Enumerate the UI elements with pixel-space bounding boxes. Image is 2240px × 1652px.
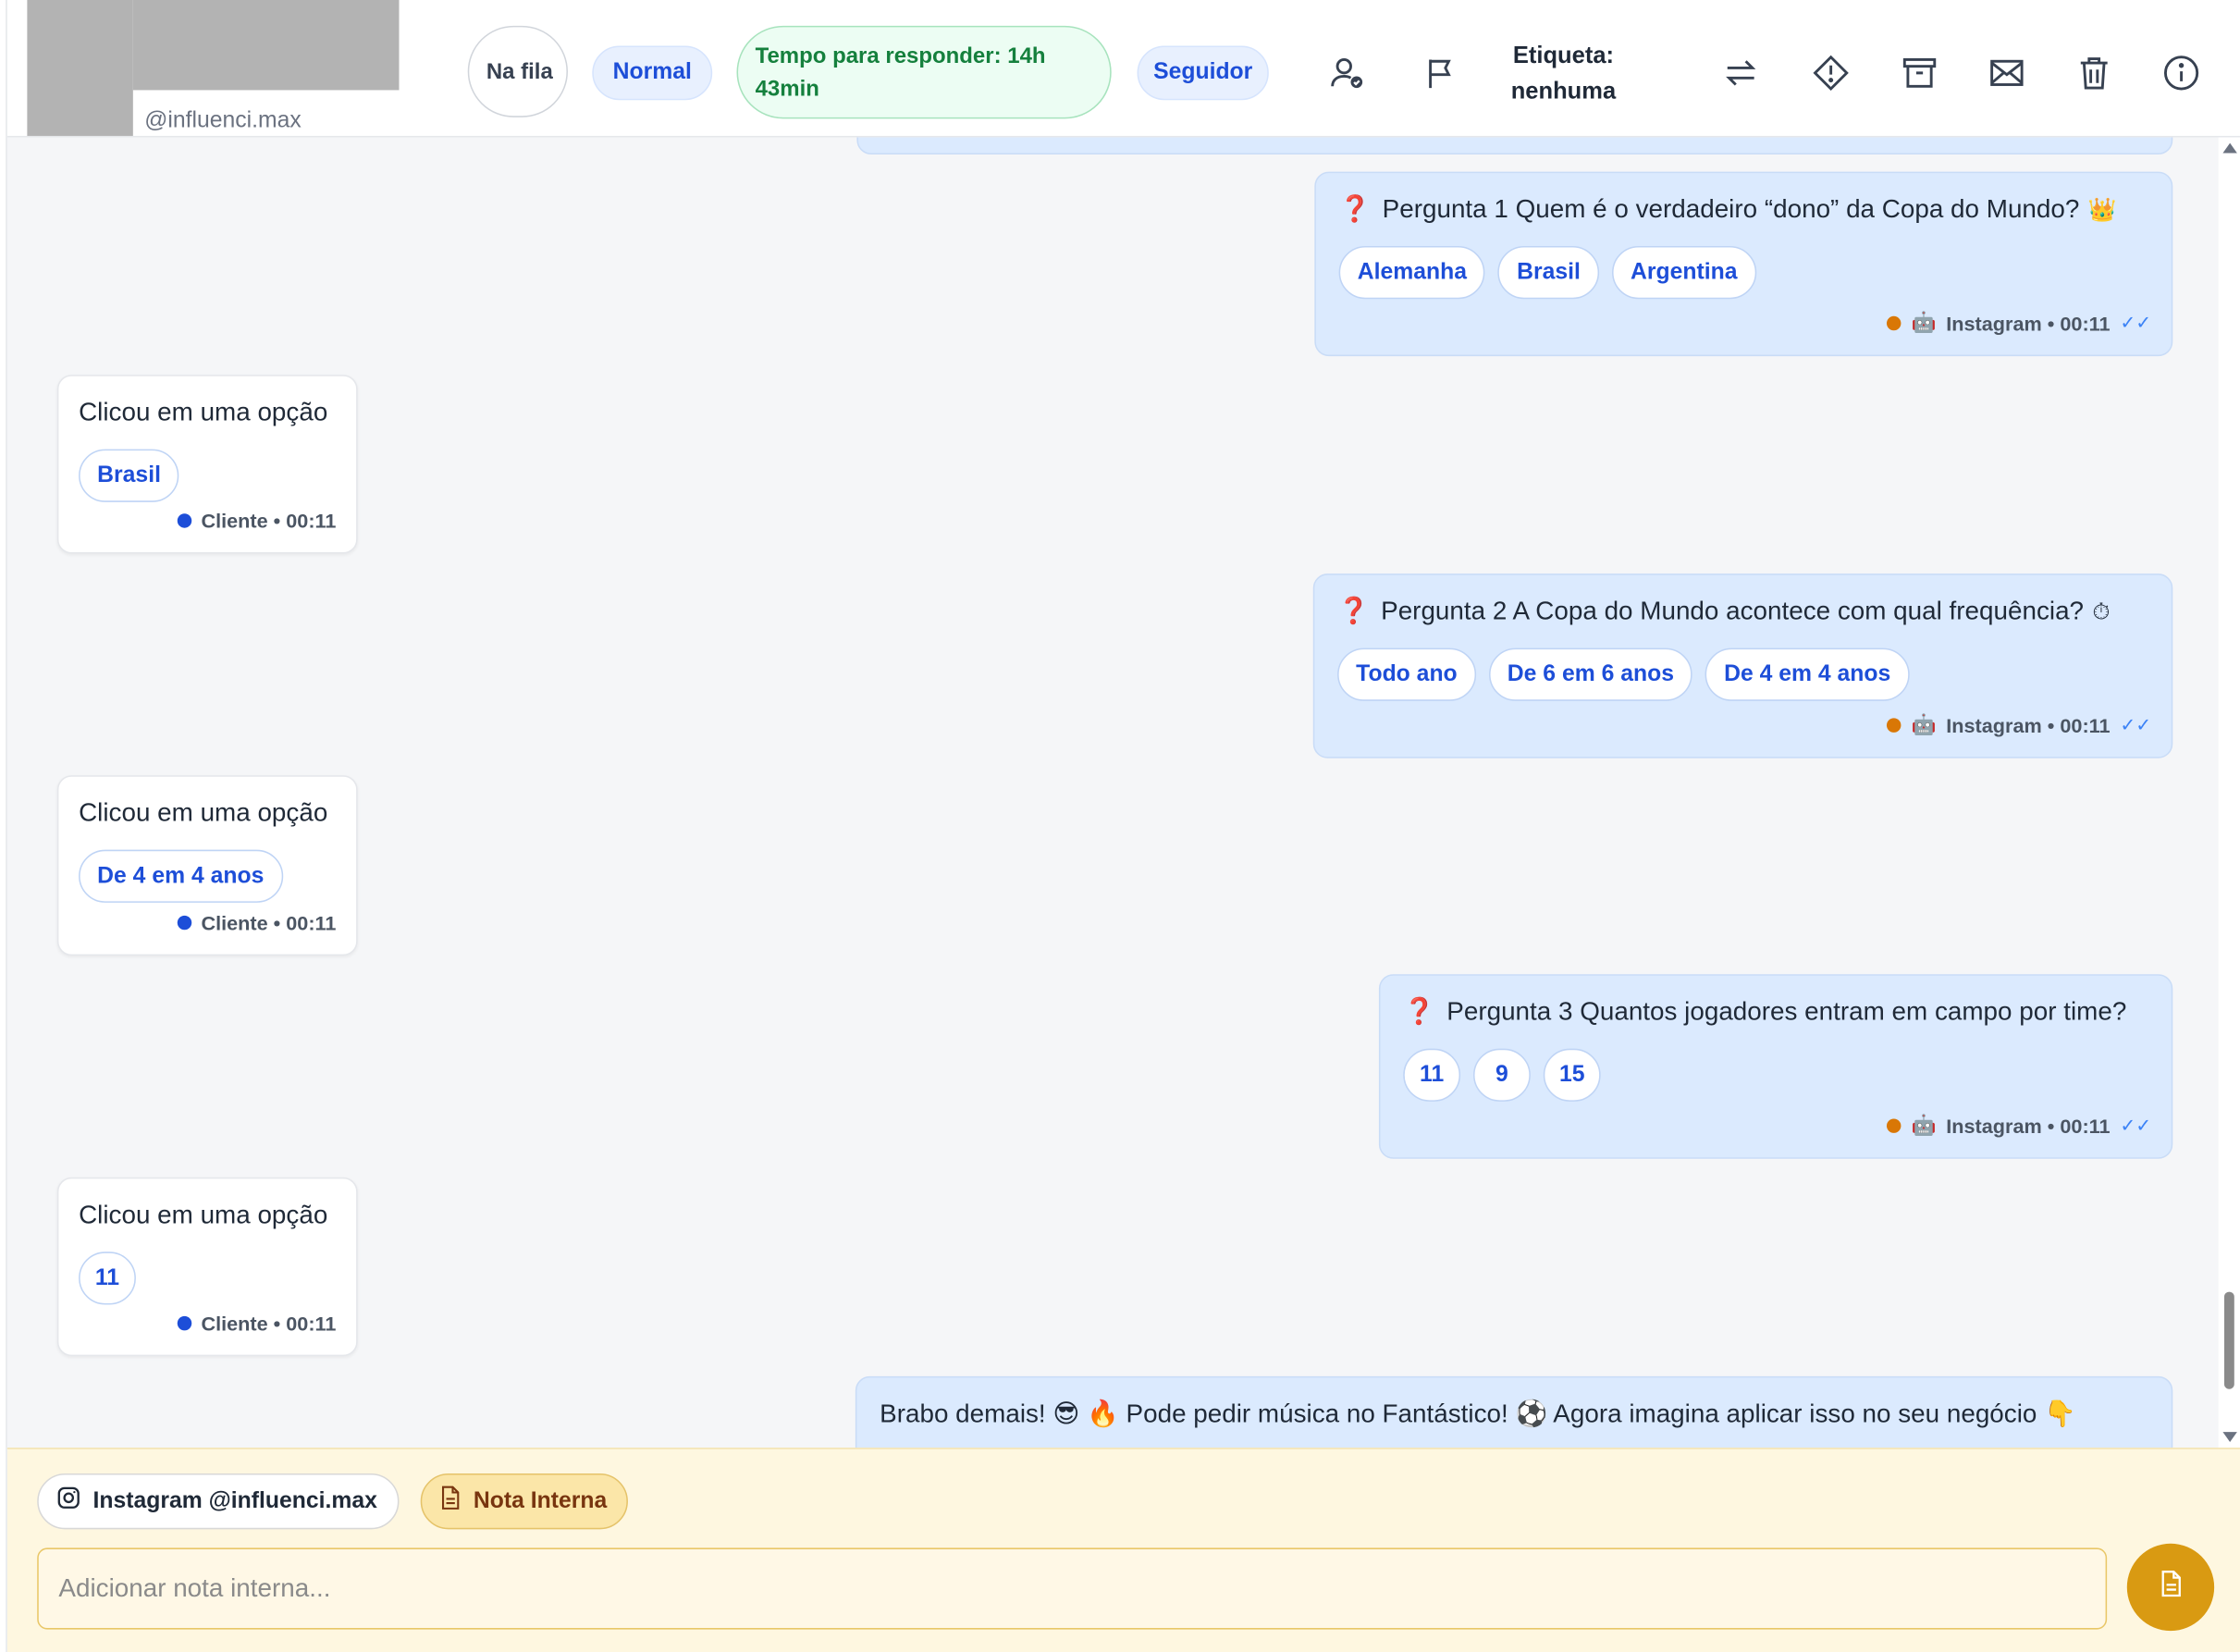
option-button[interactable]: 15 [1543, 1048, 1601, 1102]
status-dot [177, 915, 191, 931]
note-icon [439, 1485, 462, 1518]
scroll-down-arrow[interactable] [2222, 1432, 2237, 1442]
message-meta: 🤖 Instagram • 00:11 ✓✓ [1887, 1113, 2151, 1137]
archive-icon[interactable] [1900, 53, 1939, 92]
question-mark-icon: ❓ [1337, 596, 1370, 625]
question-text: Pergunta 1 Quem é o verdadeiro “dono” da… [1382, 194, 2080, 224]
priority-badge[interactable]: Normal [592, 45, 713, 101]
message-source-time: Cliente • 00:11 [201, 1312, 337, 1335]
outgoing-message: Brabo demais! 😎 🔥 Pode pedir música no F… [855, 1375, 2173, 1449]
option-button[interactable]: Alemanha [1338, 246, 1486, 300]
double-check-icon: ✓✓ [2120, 1114, 2152, 1136]
composer: Instagram @influenci.max Nota Interna [6, 1448, 2240, 1652]
internal-note-tab[interactable]: Nota Interna [420, 1473, 629, 1530]
option-button[interactable]: Argentina [1611, 246, 1756, 300]
warning-icon[interactable] [1811, 53, 1851, 92]
answer-text: Clicou em uma opção [79, 1200, 328, 1229]
user-check-icon[interactable] [1327, 53, 1367, 92]
left-border [0, 0, 7, 1652]
contact-handle: @influenci.max [144, 108, 302, 133]
crown-emoji: 👑 [2087, 198, 2117, 224]
status-dot [1887, 717, 1902, 733]
message-source-time: Instagram • 00:11 [1946, 311, 2111, 335]
question-mark-icon: ❓ [1403, 996, 1435, 1026]
message-list[interactable]: ❓ Pergunta 1 Quem é o verdadeiro “dono” d… [6, 137, 2219, 1449]
status-dot [1887, 1117, 1902, 1133]
bot-icon: 🤖 [1911, 712, 1937, 735]
answer-text: Clicou em uma opção [79, 798, 328, 827]
trash-icon[interactable] [2074, 53, 2114, 92]
scroll-up-arrow[interactable] [2222, 142, 2237, 154]
incoming-answer-3: Clicou em uma opção 11 Cliente • 00:11 [56, 1177, 358, 1357]
bot-icon: 🤖 [1911, 1113, 1937, 1137]
option-button[interactable]: 9 [1472, 1048, 1531, 1102]
flag-icon[interactable] [1421, 53, 1460, 92]
status-dot [177, 513, 191, 528]
incoming-answer-1: Clicou em uma opção Brasil Cliente • 00:… [56, 375, 358, 554]
mail-icon[interactable] [1987, 53, 2026, 92]
message-meta: Cliente • 00:11 [177, 509, 337, 533]
message-meta: 🤖 Instagram • 00:11 ✓✓ [1887, 311, 2151, 335]
bot-icon: 🤖 [1911, 310, 1937, 334]
follower-badge: Seguidor [1137, 45, 1269, 101]
message-source-time: Instagram • 00:11 [1946, 712, 2111, 736]
question-text: Pergunta 2 A Copa do Mundo acontece com … [1381, 596, 2085, 625]
instagram-icon [55, 1485, 81, 1518]
double-check-icon: ✓✓ [2120, 712, 2152, 735]
outgoing-question-3: ❓ Pergunta 3 Quantos jogadores entram em … [1378, 974, 2173, 1159]
option-button[interactable]: 11 [1403, 1048, 1461, 1102]
status-dot [177, 1315, 191, 1331]
note-icon [2158, 1570, 2184, 1606]
avatar[interactable] [27, 0, 133, 136]
selected-option: 11 [79, 1251, 136, 1305]
channel-label: Instagram @influenci.max [92, 1488, 377, 1513]
question-text: Pergunta 3 Quantos jogadores entram em c… [1446, 996, 2127, 1026]
message-source-time: Cliente • 00:11 [201, 911, 337, 934]
conversation-header: @influenci.max Na fila Normal Tempo para… [6, 0, 2240, 138]
question-options: Alemanha Brasil Argentina [1338, 246, 1756, 300]
option-button[interactable]: De 4 em 4 anos [1705, 647, 1910, 701]
status-badge-queue[interactable]: Na fila [467, 25, 569, 117]
outgoing-question-1: ❓ Pergunta 1 Quem é o verdadeiro “dono” d… [1314, 171, 2173, 357]
app-window: @influenci.max Na fila Normal Tempo para… [0, 0, 2240, 1652]
note-tab-label: Nota Interna [473, 1488, 608, 1513]
stopwatch-emoji: ⏱ [2092, 600, 2111, 625]
message-source-time: Instagram • 00:11 [1946, 1114, 2111, 1137]
question-mark-icon: ❓ [1338, 194, 1372, 224]
scroll-thumb[interactable] [2223, 1291, 2234, 1389]
info-icon[interactable] [2161, 53, 2201, 92]
outgoing-question-2: ❓ Pergunta 2 A Copa do Mundo acontece com… [1312, 573, 2173, 758]
label-tag[interactable]: Etiqueta: nenhuma [1499, 39, 1628, 110]
answer-text: Clicou em uma opção [79, 397, 328, 426]
response-time-badge: Tempo para responder: 14h 43min [736, 25, 1112, 119]
double-check-icon: ✓✓ [2120, 311, 2152, 333]
option-button[interactable]: Brasil [1498, 246, 1600, 300]
internal-note-input[interactable] [37, 1547, 2108, 1630]
status-dot [1887, 315, 1902, 330]
option-button[interactable]: De 6 em 6 anos [1488, 647, 1693, 701]
transfer-icon[interactable] [1721, 53, 1761, 92]
option-button[interactable]: Todo ano [1337, 647, 1476, 701]
message-meta: Cliente • 00:11 [177, 911, 336, 934]
send-note-button[interactable] [2126, 1543, 2215, 1632]
selected-option: De 4 em 4 anos [79, 849, 283, 903]
channel-selector[interactable]: Instagram @influenci.max [37, 1473, 400, 1530]
incoming-answer-2: Clicou em uma opção De 4 em 4 anos Clien… [56, 775, 358, 956]
scrollbar[interactable] [2218, 137, 2240, 1449]
message-meta: 🤖 Instagram • 00:11 ✓✓ [1887, 712, 2151, 736]
contact-name-redacted [132, 0, 400, 91]
question-options: 11 9 15 [1403, 1048, 1601, 1102]
message-bubble-partial [856, 137, 2173, 155]
selected-option: Brasil [79, 449, 180, 502]
message-source-time: Cliente • 00:11 [201, 509, 337, 533]
message-text: Brabo demais! 😎 🔥 Pode pedir música no F… [880, 1399, 2076, 1428]
message-meta: Cliente • 00:11 [177, 1312, 336, 1335]
question-options: Todo ano De 6 em 6 anos De 4 em 4 anos [1337, 647, 1910, 701]
